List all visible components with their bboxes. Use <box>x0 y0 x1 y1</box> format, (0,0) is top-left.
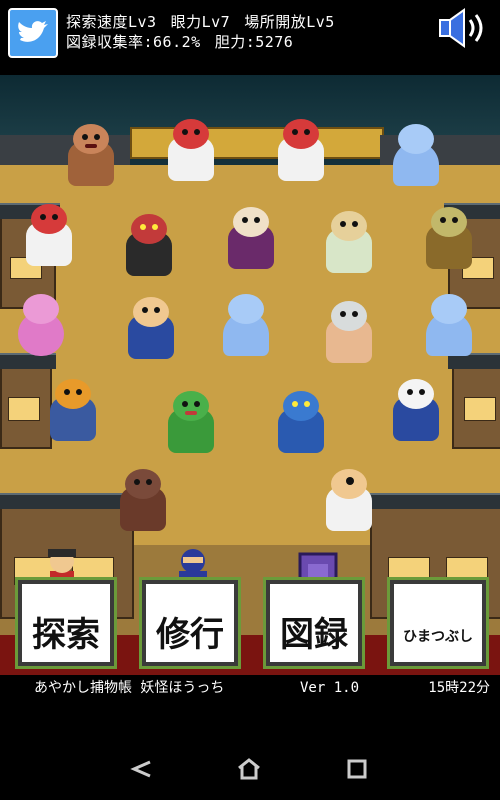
yokai-straw-hat-girl[interactable] <box>120 293 182 363</box>
yokai-one-eyed-monk[interactable] <box>318 465 380 535</box>
twitter-button[interactable] <box>8 8 58 58</box>
stat-explore-speed: 探索速度Lv3 <box>66 13 157 31</box>
house-right-2 <box>448 353 500 449</box>
yokai-blue-ghost[interactable] <box>418 290 480 360</box>
game-screen: 探索速度Lv3 眼力Lv7 場所開放Lv5 図録収集率:66.2% 胆力:5276 <box>0 0 500 738</box>
idle-time-label: ひまつぶし <box>403 629 473 645</box>
yokai-blue-fishman[interactable] <box>270 387 332 457</box>
speaker-icon <box>439 8 483 48</box>
game-title: あやかし捕物帳 妖怪ほうっち <box>34 680 225 696</box>
stats-row-2: 図録収集率:66.2% 胆力:5276 <box>66 32 349 52</box>
encyclopedia-button[interactable]: 図録 <box>263 577 365 669</box>
stat-eyesight: 眼力Lv7 <box>170 13 231 31</box>
hud: 探索速度Lv3 眼力Lv7 場所開放Lv5 図録収集率:66.2% 胆力:5276 <box>0 0 500 75</box>
yokai-old-man[interactable] <box>318 207 380 277</box>
stats-row-1: 探索速度Lv3 眼力Lv7 場所開放Lv5 <box>66 12 349 32</box>
yokai-bear[interactable] <box>112 465 174 535</box>
yokai-blue-ghost[interactable] <box>385 120 447 190</box>
yokai-kappa[interactable] <box>160 387 222 457</box>
yokai-monkey[interactable] <box>60 120 122 190</box>
android-navigation-bar <box>0 738 500 800</box>
recents-icon <box>347 759 367 779</box>
recents-button[interactable] <box>344 756 370 782</box>
yokai-egg-ghost[interactable] <box>385 375 447 445</box>
yokai-red-hair[interactable] <box>160 115 222 185</box>
back-icon <box>130 760 151 778</box>
twitter-icon <box>18 21 48 42</box>
yokai-red-hair[interactable] <box>18 200 80 270</box>
yokai-red-hair[interactable] <box>270 115 332 185</box>
back-button[interactable] <box>128 756 154 782</box>
sound-toggle-button[interactable] <box>434 6 494 50</box>
yokai-crow-tengu[interactable] <box>118 210 180 280</box>
clock-text: 15時22分 <box>428 680 490 696</box>
yokai-yamauba[interactable] <box>418 203 480 273</box>
yokai-spider-woman[interactable] <box>220 203 282 273</box>
yokai-pink-blob[interactable] <box>10 290 72 360</box>
yokai-sumo-old-man[interactable] <box>318 297 380 367</box>
player-stats: 探索速度Lv3 眼力Lv7 場所開放Lv5 図録収集率:66.2% 胆力:5276 <box>66 12 349 52</box>
game-status-bar: あやかし捕物帳 妖怪ほうっち Ver 1.0 15時22分 <box>0 676 500 700</box>
training-button[interactable]: 修行 <box>139 577 241 669</box>
home-icon <box>238 758 260 780</box>
training-label: 修行 <box>156 615 224 655</box>
explore-button[interactable]: 探索 <box>15 577 117 669</box>
home-button[interactable] <box>236 756 262 782</box>
explore-label: 探索 <box>32 615 100 655</box>
yokai-blue-ghost[interactable] <box>215 290 277 360</box>
idle-time-button[interactable]: ひまつぶし <box>387 577 489 669</box>
yokai-lion-mane[interactable] <box>42 375 104 445</box>
stat-location-unlock: 場所開放Lv5 <box>244 13 335 31</box>
encyclopedia-label: 図録 <box>280 615 348 655</box>
version-text: Ver 1.0 <box>300 680 360 696</box>
stat-courage: 胆力:5276 <box>214 33 294 51</box>
stat-collection-rate: 図録収集率:66.2% <box>66 33 201 51</box>
